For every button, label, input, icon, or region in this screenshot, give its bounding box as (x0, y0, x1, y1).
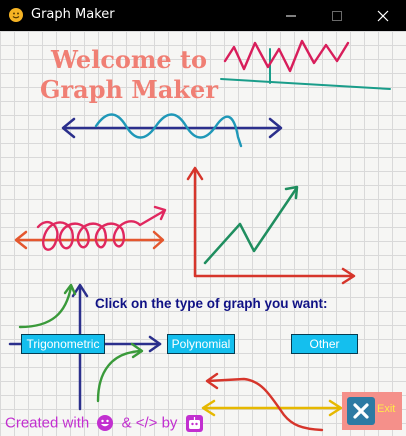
created-with-text: Created with (5, 414, 90, 432)
welcome-line-1: Welcome to (50, 45, 208, 74)
minimize-icon (286, 15, 296, 17)
line-graph-doodle (186, 166, 356, 285)
trigonometric-button[interactable]: Trigonometric (21, 334, 105, 354)
smiley-face-icon (9, 8, 23, 22)
graph-type-prompt: Click on the type of graph you want: (95, 296, 328, 311)
grinning-face-icon (97, 415, 114, 432)
exit-label: Exit (377, 403, 396, 415)
main-canvas: Welcome to Graph Maker Click on the type… (0, 31, 406, 436)
other-button[interactable]: Other (291, 334, 358, 354)
exit-icon (347, 397, 375, 425)
robot-face-icon (185, 414, 203, 432)
exit-button[interactable]: Exit (342, 392, 402, 430)
welcome-line-2: Graph Maker (40, 75, 218, 104)
minimize-button[interactable] (268, 0, 314, 31)
window-title: Graph Maker (31, 7, 115, 22)
title-bar: Graph Maker (0, 0, 406, 31)
welcome-heading: Welcome to Graph Maker (34, 45, 224, 105)
polynomial-button[interactable]: Polynomial (167, 334, 235, 354)
maximize-button[interactable] (314, 0, 360, 31)
crossing-lines-doodle (201, 372, 343, 432)
code-by-text: & </> by (121, 414, 178, 432)
close-window-button[interactable] (360, 0, 406, 31)
maximize-icon (332, 11, 342, 21)
spiral-arrow-doodle (14, 205, 167, 251)
credit-line: Created with & </> by (5, 414, 203, 432)
wave-arrow-doodle (61, 113, 283, 148)
close-icon (377, 10, 389, 22)
zigzag-doodle (220, 39, 391, 90)
